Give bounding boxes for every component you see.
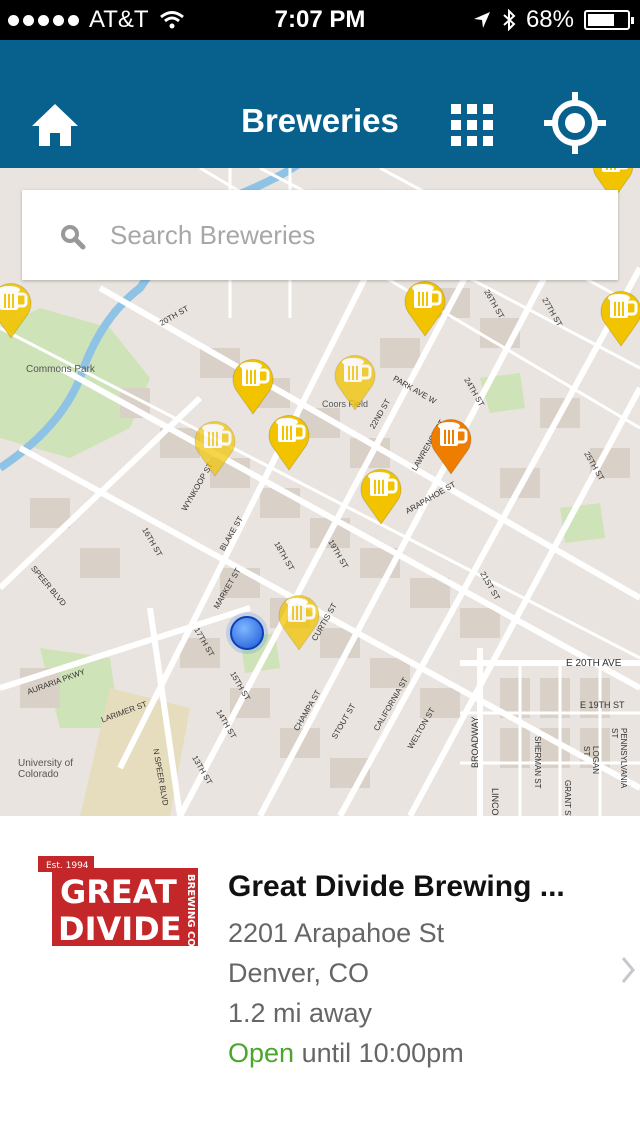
battery-percent: 68%	[525, 6, 574, 33]
map-label-grant: GRANT ST	[563, 780, 572, 816]
map-label-lincoln: LINCOLN ST	[490, 788, 500, 816]
brewery-distance: 1.2 mi away	[228, 998, 373, 1028]
brewery-address: 2201 Arapahoe St	[228, 918, 445, 948]
beer-pin-icon[interactable]	[276, 590, 322, 652]
beer-pin-icon[interactable]	[266, 410, 312, 472]
beer-pin-icon[interactable]	[230, 354, 276, 416]
brewery-logo: Est. 1994 GREAT DIVIDE BREWING CO	[38, 856, 198, 948]
svg-text:DIVIDE: DIVIDE	[58, 910, 182, 948]
search-input[interactable]: Search Breweries	[110, 220, 315, 251]
beer-pin-icon[interactable]	[332, 350, 378, 412]
location-arrow-icon	[473, 12, 490, 28]
location-dot-icon	[226, 612, 268, 654]
search-icon	[61, 225, 86, 250]
beer-pin-icon[interactable]	[598, 286, 640, 348]
bluetooth-icon	[503, 9, 516, 31]
map-label-e20th: E 20TH AVE	[566, 658, 622, 669]
brewery-hours: Open until 10:00pm	[228, 1038, 464, 1069]
page-title: Breweries	[241, 102, 399, 139]
beer-pin-icon[interactable]	[0, 278, 34, 340]
svg-text:Est. 1994: Est. 1994	[46, 861, 89, 871]
nav-bar: Breweries	[0, 40, 640, 168]
status-bar: AT&T 7:07 PM 68%	[0, 0, 640, 40]
beer-pin-icon[interactable]	[428, 414, 474, 476]
crosshair-icon[interactable]	[542, 90, 608, 156]
svg-text:BREWING CO: BREWING CO	[185, 874, 196, 947]
search-box[interactable]: Search Breweries	[22, 190, 618, 280]
map-label-pennsylvania: PENNSYLVANIA ST	[610, 728, 628, 788]
beer-pin-icon[interactable]	[402, 276, 448, 338]
battery-icon	[584, 10, 634, 30]
map-label-campus: University of Colorado	[18, 758, 74, 780]
grid-icon[interactable]	[451, 104, 493, 146]
home-icon[interactable]	[30, 102, 80, 148]
map-label-sherman: SHERMAN ST	[533, 736, 542, 789]
brewery-city: Denver, CO	[228, 958, 370, 988]
map-label-logan: LOGAN ST	[582, 746, 600, 775]
hours-text: until 10:00pm	[301, 1038, 464, 1068]
map-label-e19th: E 19TH ST	[580, 700, 625, 710]
open-status: Open	[228, 1038, 295, 1068]
chevron-right-icon[interactable]	[620, 955, 636, 985]
svg-text:GREAT: GREAT	[60, 873, 177, 911]
map-label-commons-park: Commons Park	[26, 364, 95, 375]
beer-pin-icon[interactable]	[358, 464, 404, 526]
beer-pin-icon[interactable]	[192, 416, 238, 478]
map-label-broadway: BROADWAY	[470, 716, 480, 768]
brewery-name: Great Divide Brewing ...	[228, 870, 565, 903]
